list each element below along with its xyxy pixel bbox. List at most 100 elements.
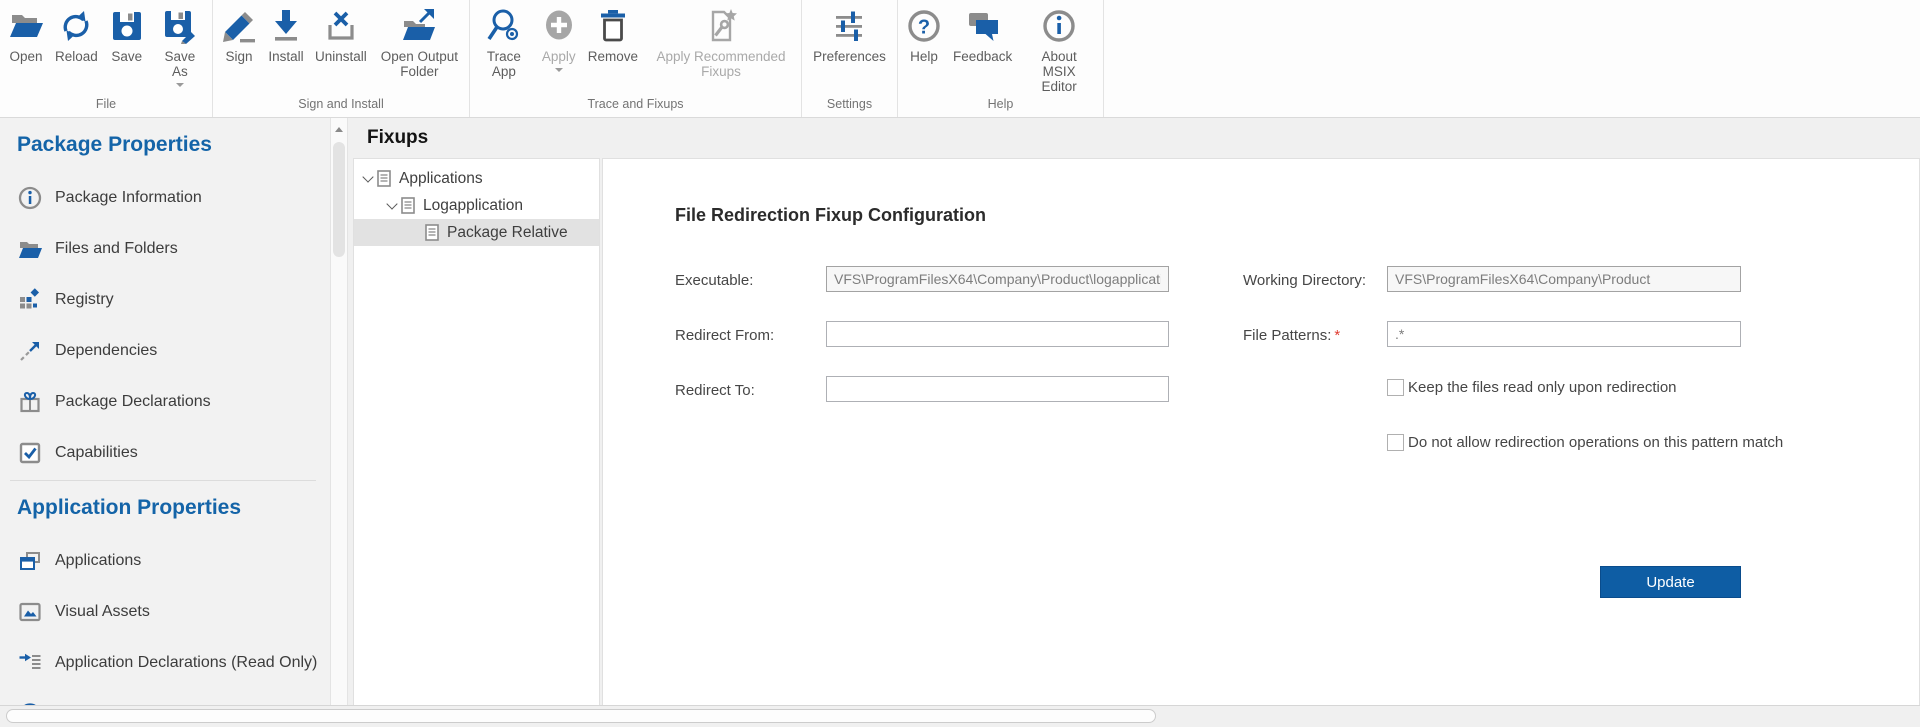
remove-button[interactable]: Remove bbox=[584, 7, 642, 65]
sidebar-item-content-uris[interactable]: Content URIs (Read Only) bbox=[0, 688, 330, 705]
registry-grid-icon bbox=[18, 288, 42, 312]
tree-row-label: Package Relative bbox=[447, 224, 568, 242]
redirect-from-field[interactable] bbox=[826, 321, 1169, 347]
feedback-button[interactable]: Feedback bbox=[949, 7, 1016, 65]
ribbon-group-settings: Preferences Settings bbox=[802, 0, 898, 117]
sidebar-item-package-declarations[interactable]: Package Declarations bbox=[0, 376, 330, 427]
image-icon bbox=[18, 600, 42, 624]
save-as-icon bbox=[162, 8, 198, 44]
sidebar-item-files-and-folders[interactable]: Files and Folders bbox=[0, 223, 330, 274]
feedback-bubbles-icon bbox=[965, 8, 1001, 44]
sign-button[interactable]: Sign bbox=[217, 7, 261, 65]
tree-row-applications[interactable]: Applications bbox=[354, 165, 599, 192]
apply-button-label: Apply bbox=[542, 49, 576, 64]
save-as-button[interactable]: Save As bbox=[152, 7, 208, 88]
fixups-tree: Applications Logapplication bbox=[353, 158, 600, 705]
file-patterns-field[interactable] bbox=[1387, 321, 1741, 347]
tree-row-package-relative[interactable]: Package Relative bbox=[354, 219, 599, 246]
sidebar-item-capabilities[interactable]: Capabilities bbox=[0, 427, 330, 478]
sidebar-item-label: Capabilities bbox=[55, 444, 138, 462]
apply-dropdown-caret-icon[interactable] bbox=[555, 68, 563, 72]
sidebar-item-visual-assets[interactable]: Visual Assets bbox=[0, 586, 330, 637]
reload-button[interactable]: Reload bbox=[51, 7, 102, 65]
sidebar-item-label: Package Declarations bbox=[55, 393, 211, 411]
sidebar-item-label: Registry bbox=[55, 291, 114, 309]
keep-read-only-checkbox-row: Keep the files read only upon redirectio… bbox=[1387, 379, 1677, 396]
trace-app-icon bbox=[486, 8, 522, 44]
checkbox-check-icon bbox=[18, 441, 42, 465]
horizontal-scrollbar-thumb[interactable] bbox=[6, 709, 1156, 723]
document-icon bbox=[401, 197, 415, 214]
working-directory-field[interactable] bbox=[1387, 266, 1741, 292]
help-question-icon: ? bbox=[906, 8, 942, 44]
open-output-folder-button[interactable]: Open Output Folder bbox=[374, 7, 465, 80]
sign-button-label: Sign bbox=[225, 49, 252, 64]
scrollbar-thumb[interactable] bbox=[333, 142, 345, 257]
save-button[interactable]: Save bbox=[105, 7, 149, 65]
apply-plus-icon bbox=[541, 8, 577, 44]
sidebar-item-dependencies[interactable]: Dependencies bbox=[0, 325, 330, 376]
form-title: File Redirection Fixup Configuration bbox=[675, 205, 986, 226]
tree-row-label: Logapplication bbox=[423, 197, 523, 215]
no-redirect-on-match-checkbox[interactable] bbox=[1387, 434, 1404, 451]
msix-editor-window: Open Reload bbox=[0, 0, 1920, 727]
update-button[interactable]: Update bbox=[1600, 566, 1741, 598]
remove-trash-icon bbox=[595, 8, 631, 44]
executable-label: Executable: bbox=[675, 272, 753, 289]
open-button[interactable]: Open bbox=[4, 7, 48, 65]
apply-button[interactable]: Apply bbox=[537, 7, 581, 73]
uninstall-icon bbox=[323, 8, 359, 44]
horizontal-scrollbar[interactable] bbox=[0, 705, 1920, 727]
sidebar-item-label: Package Information bbox=[55, 189, 202, 207]
ribbon-group-label-help: Help bbox=[898, 96, 1103, 117]
help-button-label: Help bbox=[910, 49, 938, 64]
fixups-panel-header: Fixups bbox=[348, 118, 1920, 158]
folder-icon bbox=[18, 237, 42, 261]
sidebar-item-label: Files and Folders bbox=[55, 240, 178, 258]
keep-read-only-checkbox[interactable] bbox=[1387, 379, 1404, 396]
ribbon-group-file: Open Reload bbox=[0, 0, 213, 117]
ribbon-group-label-settings: Settings bbox=[802, 96, 897, 117]
scrollbar-up-arrow-icon[interactable] bbox=[331, 118, 347, 140]
trace-app-button[interactable]: Trace App bbox=[474, 7, 534, 80]
ribbon-group-sign-install: Sign Install Uninstall bbox=[213, 0, 470, 117]
sign-pencil-icon bbox=[221, 8, 257, 44]
open-button-label: Open bbox=[9, 49, 42, 64]
about-info-icon bbox=[1041, 8, 1077, 44]
sidebar-item-label: Visual Assets bbox=[55, 603, 150, 621]
ribbon-group-help: ? Help Feedback bbox=[898, 0, 1104, 117]
keep-read-only-checkbox-label: Keep the files read only upon redirectio… bbox=[1408, 379, 1677, 396]
content-area: Package Properties Package Information F… bbox=[0, 118, 1920, 705]
sidebar-heading-package-properties: Package Properties bbox=[17, 131, 330, 159]
sidebar-item-applications[interactable]: Applications bbox=[0, 535, 330, 586]
sidebar-item-application-declarations[interactable]: Application Declarations (Read Only) bbox=[0, 637, 330, 688]
chevron-down-icon[interactable] bbox=[383, 203, 401, 208]
preferences-button[interactable]: Preferences bbox=[809, 7, 890, 65]
chevron-down-icon[interactable] bbox=[359, 176, 377, 181]
main-panel: Fixups Applications bbox=[348, 118, 1920, 705]
help-button[interactable]: ? Help bbox=[902, 7, 946, 65]
gift-box-icon bbox=[18, 390, 42, 414]
uninstall-button[interactable]: Uninstall bbox=[311, 7, 371, 65]
sidebar-item-package-information[interactable]: Package Information bbox=[0, 172, 330, 223]
redirect-to-field[interactable] bbox=[826, 376, 1169, 402]
save-as-dropdown-caret-icon[interactable] bbox=[176, 83, 184, 87]
file-redirection-form: File Redirection Fixup Configuration Exe… bbox=[602, 158, 1920, 705]
install-button[interactable]: Install bbox=[264, 7, 308, 65]
sidebar-item-registry[interactable]: Registry bbox=[0, 274, 330, 325]
about-msix-editor-button[interactable]: About MSIX Editor bbox=[1019, 7, 1099, 95]
ribbon-group-trace-fixups: Trace App Apply Remove bbox=[470, 0, 802, 117]
redirect-to-label: Redirect To: bbox=[675, 382, 755, 399]
tree-row-label: Applications bbox=[399, 170, 483, 188]
tree-row-logapplication[interactable]: Logapplication bbox=[354, 192, 599, 219]
navigation-sidebar: Package Properties Package Information F… bbox=[0, 118, 330, 705]
executable-field[interactable] bbox=[826, 266, 1169, 292]
install-arrow-icon bbox=[268, 8, 304, 44]
document-icon bbox=[377, 170, 391, 187]
ribbon-group-label-file: File bbox=[0, 96, 212, 117]
preferences-sliders-icon bbox=[831, 8, 867, 44]
apply-recommended-fixups-button[interactable]: Apply Recommended Fixups bbox=[645, 7, 797, 80]
sidebar-scrollbar[interactable] bbox=[330, 118, 348, 705]
sidebar-item-label: Applications bbox=[55, 552, 141, 570]
sidebar-item-label: Application Declarations (Read Only) bbox=[55, 654, 317, 672]
